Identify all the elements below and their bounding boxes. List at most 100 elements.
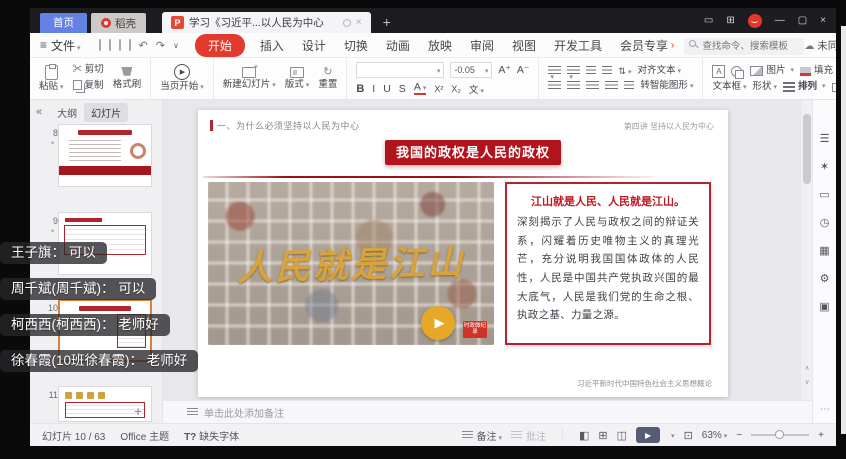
notes-toggle-button[interactable]: 备注 <box>462 428 503 443</box>
distribute-icon[interactable] <box>624 81 634 91</box>
font-color-button[interactable]: A <box>414 82 427 95</box>
picture-button[interactable]: 图片 <box>750 66 794 76</box>
layout-button[interactable]: 版式 <box>285 67 310 90</box>
new-slide-button[interactable]: 新建幻灯片 <box>223 67 276 90</box>
slide-canvas[interactable]: 一、为什么必须坚持以人民为中心 第四讲 坚持以人民为中心 我国的政权是人民的政权… <box>198 110 728 397</box>
slides-pane-icon[interactable]: ▭ <box>819 190 829 201</box>
shapes-big-icon[interactable] <box>731 66 742 77</box>
bullet-list-icon[interactable] <box>548 66 561 76</box>
layout-pane-icon[interactable]: ▣ <box>819 302 829 313</box>
numbered-list-icon[interactable] <box>567 66 580 76</box>
design-assistant-icon[interactable]: ✶ <box>820 162 829 173</box>
superscript-button[interactable]: X² <box>434 84 443 94</box>
font-size-select[interactable]: -0.05 <box>450 62 492 78</box>
new-tab-button[interactable]: + <box>383 14 391 33</box>
tab-outline[interactable]: 大纲 <box>50 103 84 122</box>
scrollbar-thumb[interactable] <box>803 114 811 184</box>
underline-button[interactable]: U <box>383 83 391 95</box>
bold-button[interactable]: B <box>356 83 364 95</box>
ribbon-tab-member[interactable]: 会员专享 <box>620 37 668 54</box>
quickbar-expand-icon[interactable]: ∨ <box>173 41 179 50</box>
undo-icon[interactable]: ↶ <box>139 39 148 52</box>
outline-button[interactable]: 轮廓 <box>832 82 836 92</box>
align-right-icon[interactable] <box>586 81 599 91</box>
ribbon-tab-insert[interactable]: 插入 <box>260 37 284 54</box>
increase-font-button[interactable]: A⁺ <box>498 64 511 76</box>
normal-view-icon[interactable]: ◧ <box>579 429 589 442</box>
print-icon[interactable] <box>119 39 121 51</box>
arrange-button[interactable]: 排列 <box>783 82 826 92</box>
justify-icon[interactable] <box>605 81 618 91</box>
align-text-button[interactable]: 对齐文本 <box>637 66 681 76</box>
user-avatar[interactable] <box>748 14 762 28</box>
quote-text-box[interactable]: 江山就是人民、人民就是江山。 深刻揭示了人民与政权之间的辩证关系，闪耀着历史唯物… <box>505 182 711 345</box>
align-center-icon[interactable] <box>567 81 580 91</box>
smart-graphic-button[interactable]: 转智能图形 <box>640 81 693 91</box>
video-play-button[interactable]: ▶ <box>421 306 455 340</box>
textbox-button[interactable]: 文本框 <box>712 82 746 92</box>
export-icon[interactable] <box>109 39 111 51</box>
play-from-current-button[interactable]: ▶ 当页开始 <box>160 64 204 92</box>
line-spacing-icon[interactable]: ⇅ <box>618 66 631 77</box>
ribbon-tab-design[interactable]: 设计 <box>302 37 326 54</box>
history-icon[interactable]: ◷ <box>820 218 830 229</box>
video-thumbnail[interactable]: 人民就是江山 ▶ 时政微纪录 <box>208 182 494 345</box>
tab-list-icon[interactable]: ▭ <box>704 15 713 26</box>
ribbon-tab-animation[interactable]: 动画 <box>386 37 410 54</box>
missing-font-warning[interactable]: T? 缺失字体 <box>184 428 239 443</box>
zoom-level[interactable]: 63% <box>702 430 728 441</box>
hamburger-menu-icon[interactable]: ≡ <box>40 38 47 52</box>
align-left-icon[interactable] <box>548 81 561 91</box>
settings-icon[interactable]: ⚙ <box>820 274 830 285</box>
redo-icon[interactable]: ↷ <box>156 39 165 52</box>
fit-page-icon[interactable]: ⊡ <box>684 429 693 442</box>
fill-button[interactable]: 填充 <box>800 66 836 76</box>
decrease-indent-icon[interactable] <box>586 66 596 76</box>
slideshow-play-button[interactable]: ▶ <box>636 427 660 443</box>
collapse-panel-icon[interactable]: « <box>36 106 42 118</box>
close-tab-icon[interactable]: × <box>356 18 362 28</box>
textbox-big-icon[interactable]: A <box>712 65 725 78</box>
strikethrough-button[interactable]: S <box>399 83 406 95</box>
ribbon-tab-transition[interactable]: 切换 <box>344 37 368 54</box>
zoom-in-button[interactable]: + <box>818 430 824 441</box>
decrease-font-button[interactable]: A⁻ <box>517 64 530 76</box>
properties-icon[interactable]: ☰ <box>820 134 830 145</box>
minimize-icon[interactable]: — <box>775 15 785 26</box>
paste-button[interactable]: 粘贴 <box>39 65 64 92</box>
tab-document[interactable]: P 学习《习近平...以人民为中心 × <box>162 12 371 33</box>
notes-bar[interactable]: 单击此处添加备注 <box>163 400 812 423</box>
zoom-slider[interactable] <box>751 434 809 436</box>
slide-title-banner[interactable]: 我国的政权是人民的政权 <box>385 140 561 165</box>
tab-home[interactable]: 首页 <box>40 13 87 33</box>
comments-button[interactable]: 批注 <box>511 428 546 443</box>
theme-name[interactable]: Office 主题 <box>120 428 169 443</box>
shapes-button[interactable]: 形状 <box>752 82 777 92</box>
italic-button[interactable]: I <box>372 83 375 95</box>
slide-sorter-icon[interactable]: ⊞ <box>598 429 607 442</box>
ribbon-tab-view[interactable]: 视图 <box>512 37 536 54</box>
ribbon-tab-review[interactable]: 审阅 <box>470 37 494 54</box>
reading-view-icon[interactable]: ◫ <box>617 429 627 442</box>
add-slide-button[interactable]: + <box>134 403 142 419</box>
font-name-select[interactable] <box>356 62 444 78</box>
play-options-caret[interactable] <box>669 430 675 441</box>
resource-library-icon[interactable]: ▦ <box>819 246 829 257</box>
cut-button[interactable]: ✂ 剪切 <box>73 65 104 75</box>
slide-thumbnail-8[interactable] <box>58 124 152 187</box>
increase-indent-icon[interactable] <box>602 66 612 76</box>
close-window-icon[interactable]: × <box>820 15 826 26</box>
search-input[interactable] <box>684 38 804 55</box>
zoom-slider-knob[interactable] <box>775 430 784 439</box>
sync-status[interactable]: ☁ 未同步 <box>804 38 836 53</box>
tab-docer[interactable]: 稻壳 <box>91 13 146 33</box>
text-effect-button[interactable]: 文 <box>469 82 484 96</box>
file-menu[interactable]: 文件 <box>51 37 81 54</box>
zoom-out-button[interactable]: − <box>736 430 742 441</box>
save-icon[interactable] <box>99 39 101 51</box>
ribbon-tab-slideshow[interactable]: 放映 <box>428 37 452 54</box>
ribbon-tab-devtools[interactable]: 开发工具 <box>554 37 602 54</box>
workspace-grid-icon[interactable]: ⊞ <box>726 15 734 26</box>
reset-button[interactable]: ↻ 重置 <box>318 67 337 90</box>
command-search[interactable] <box>684 36 804 55</box>
